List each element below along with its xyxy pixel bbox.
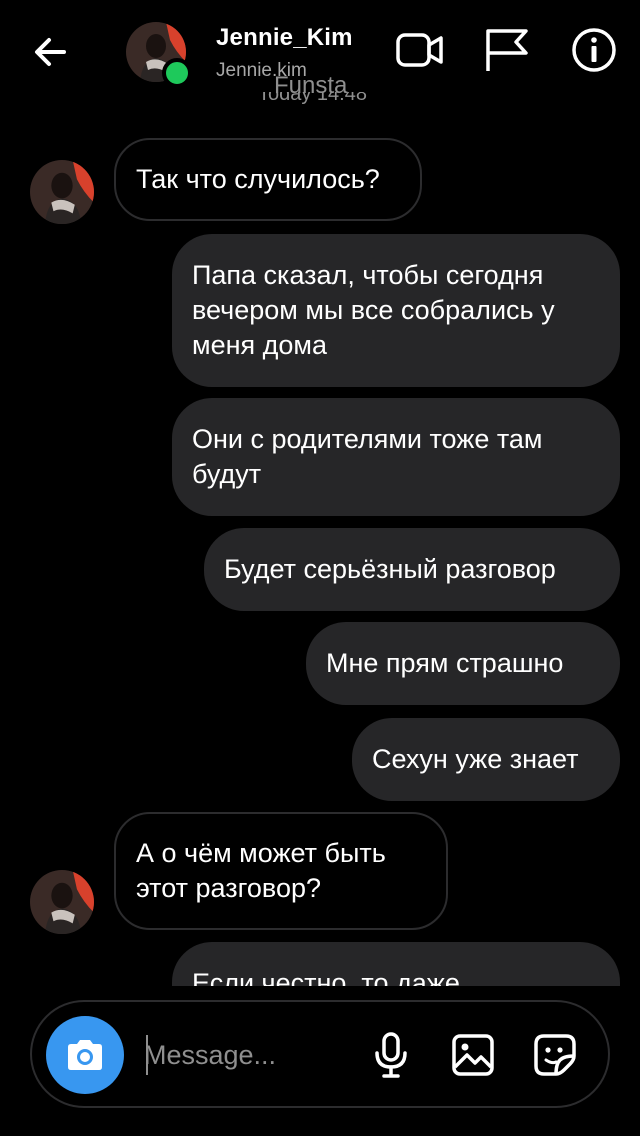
gallery-icon — [452, 1034, 494, 1076]
outgoing-message[interactable]: Они с родителями тоже там будут — [172, 398, 620, 516]
camera-icon — [68, 1040, 102, 1070]
sticker-button[interactable] — [530, 1030, 580, 1080]
sender-avatar[interactable] — [30, 870, 94, 934]
report-button[interactable] — [480, 24, 532, 76]
video-call-icon — [396, 33, 443, 67]
incoming-message[interactable]: Так что случилось? — [114, 138, 422, 221]
incoming-message[interactable]: А о чём может быть этот разговор? — [114, 812, 448, 930]
camera-button[interactable] — [46, 1016, 124, 1094]
back-button[interactable] — [26, 28, 74, 76]
microphone-icon — [375, 1032, 407, 1078]
sticker-icon — [534, 1034, 576, 1076]
voice-message-button[interactable] — [366, 1030, 416, 1080]
sender-avatar[interactable] — [30, 160, 94, 224]
flag-icon — [486, 29, 528, 71]
info-button[interactable] — [568, 24, 620, 76]
online-status-dot — [162, 58, 192, 88]
message-input[interactable] — [144, 1030, 344, 1080]
outgoing-message[interactable]: Если честно, то даже — [172, 942, 620, 986]
outgoing-message[interactable]: Будет серьёзный разговор — [204, 528, 620, 611]
outgoing-message[interactable]: Мне прям страшно — [306, 622, 620, 705]
video-call-button[interactable] — [394, 24, 446, 76]
back-arrow-icon — [35, 38, 66, 66]
message-composer — [30, 1000, 610, 1108]
gallery-button[interactable] — [448, 1030, 498, 1080]
outgoing-message[interactable]: Сехун уже знает — [352, 718, 620, 801]
info-icon — [572, 28, 616, 72]
outgoing-message[interactable]: Папа сказал, чтобы сегодня вечером мы вс… — [172, 234, 620, 387]
message-list[interactable]: Так что случилось? Папа сказал, чтобы се… — [0, 100, 640, 986]
contact-name[interactable]: Jennie_Kim — [216, 24, 353, 52]
